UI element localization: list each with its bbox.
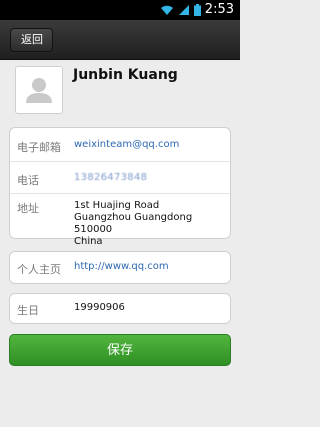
address-value: 1st Huajing Road Guangzhou Guangdong 510… <box>74 200 224 248</box>
homepage-row[interactable]: 个人主页 http://www.qq.com <box>10 252 230 283</box>
status-bar: 2:53 <box>0 0 240 20</box>
address-line-1: 1st Huajing Road <box>74 200 160 211</box>
address-line-2: Guangzhou Guangdong 510000 <box>74 212 193 235</box>
phone-value[interactable]: 13826473848 <box>74 172 224 184</box>
birthday-card: 生日 19990906 <box>9 293 231 324</box>
homepage-card: 个人主页 http://www.qq.com <box>9 251 231 284</box>
battery-icon <box>193 1 201 20</box>
nav-bar: 返回 <box>0 20 240 60</box>
email-label: 电子邮箱 <box>17 141 61 154</box>
person-icon <box>26 78 52 103</box>
homepage-label: 个人主页 <box>17 263 61 276</box>
address-line-3: China <box>74 236 103 247</box>
avatar[interactable] <box>15 66 63 114</box>
back-button[interactable]: 返回 <box>10 28 53 52</box>
phone-row[interactable]: 电话 13826473848 <box>10 162 230 194</box>
wifi-icon <box>160 1 174 20</box>
address-row[interactable]: 地址 1st Huajing Road Guangzhou Guangdong … <box>10 194 230 247</box>
homepage-value[interactable]: http://www.qq.com <box>74 261 224 273</box>
email-row[interactable]: 电子邮箱 weixinteam@qq.com <box>10 128 230 162</box>
birthday-label: 生日 <box>17 304 39 317</box>
save-button[interactable]: 保存 <box>9 334 231 366</box>
contact-info-card: 电子邮箱 weixinteam@qq.com 电话 13826473848 地址… <box>9 127 231 247</box>
status-icons: 2:53 <box>160 2 234 18</box>
birthday-row[interactable]: 生日 19990906 <box>10 294 230 323</box>
phone-label: 电话 <box>17 174 39 187</box>
birthday-value[interactable]: 19990906 <box>74 302 224 314</box>
status-time: 2:53 <box>204 2 234 17</box>
contact-name: Junbin Kuang <box>73 67 178 83</box>
address-label: 地址 <box>17 202 39 215</box>
signal-icon <box>178 1 190 20</box>
email-value[interactable]: weixinteam@qq.com <box>74 139 224 151</box>
